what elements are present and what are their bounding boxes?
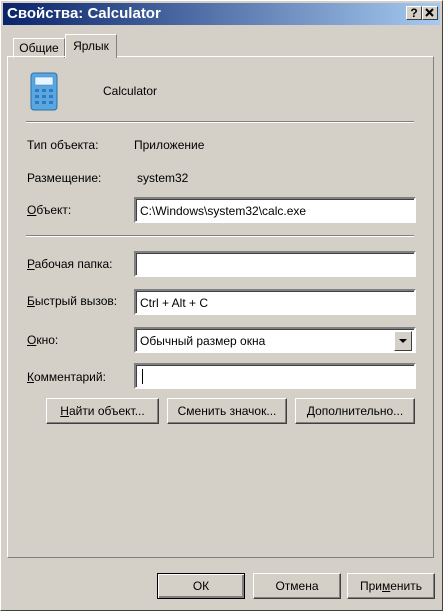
divider bbox=[26, 235, 414, 237]
help-button[interactable]: ? bbox=[406, 6, 422, 20]
close-icon bbox=[425, 8, 434, 17]
properties-window: Свойства: Calculator ? Общие Ярлык Calcu… bbox=[0, 0, 443, 611]
comment-input[interactable] bbox=[134, 363, 416, 389]
change-icon-button[interactable]: Сменить значок... bbox=[167, 398, 287, 424]
close-button[interactable] bbox=[422, 6, 438, 20]
run-select[interactable]: Обычный размер окна bbox=[134, 327, 416, 353]
shortcut-name: Calculator bbox=[103, 84, 158, 98]
type-label: Тип объекта: bbox=[27, 138, 99, 152]
start-in-label: Рабочая папка: bbox=[27, 257, 113, 271]
cancel-button[interactable]: Отмена bbox=[253, 573, 341, 599]
apply-button[interactable]: Применить bbox=[347, 573, 435, 599]
location-label: Размещение: bbox=[27, 171, 102, 185]
location-value: system32 bbox=[137, 171, 189, 185]
tab-shortcut[interactable]: Ярлык bbox=[65, 34, 117, 58]
type-value: Приложение bbox=[134, 138, 205, 152]
run-select-value: Обычный размер окна bbox=[140, 334, 266, 348]
target-input[interactable]: C:\Windows\system32\calc.exe bbox=[134, 197, 416, 223]
dropdown-button[interactable] bbox=[394, 331, 412, 351]
calculator-icon bbox=[30, 72, 58, 111]
start-in-input[interactable] bbox=[134, 251, 416, 277]
advanced-button[interactable]: Дополнительно... bbox=[295, 398, 415, 424]
hotkey-input[interactable]: Ctrl + Alt + C bbox=[134, 289, 416, 315]
window-title: Свойства: Calculator bbox=[7, 5, 161, 22]
tab-general[interactable]: Общие bbox=[13, 38, 65, 58]
ok-button[interactable]: ОК bbox=[157, 573, 245, 599]
hotkey-label: Быстрый вызов: bbox=[27, 294, 118, 308]
chevron-down-icon bbox=[399, 339, 407, 343]
title-bar[interactable]: Свойства: Calculator ? bbox=[3, 3, 440, 25]
run-label: Окно: bbox=[27, 333, 59, 347]
comment-label: Комментарий: bbox=[27, 370, 106, 384]
find-target-button[interactable]: Найти объект... bbox=[46, 398, 159, 424]
text-caret bbox=[142, 369, 143, 384]
target-label: Объект: bbox=[27, 203, 72, 217]
divider bbox=[26, 121, 414, 123]
